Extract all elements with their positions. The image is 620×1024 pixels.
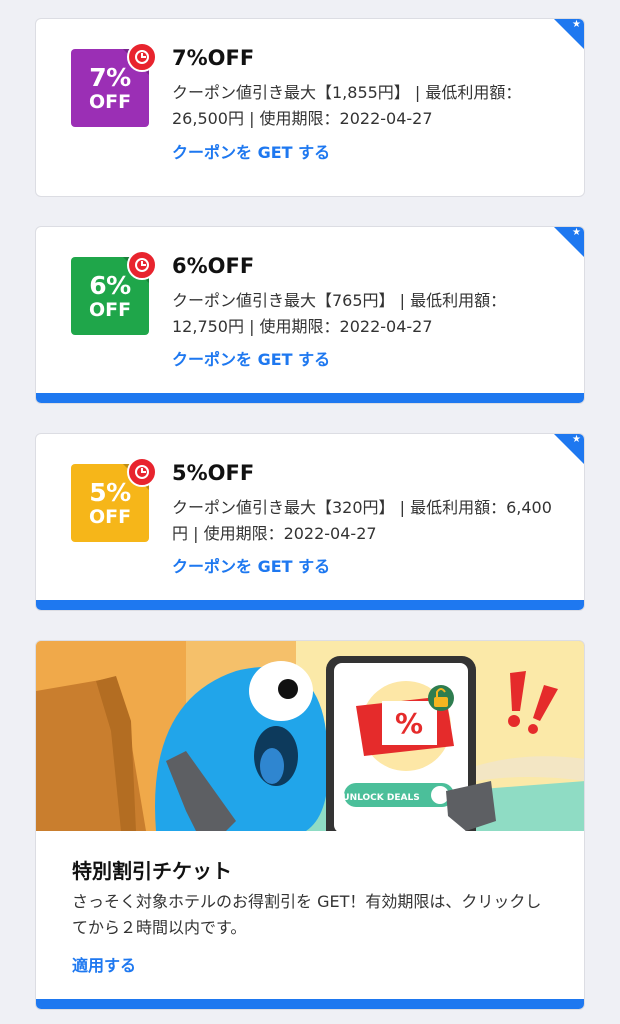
badge-off: OFF	[88, 506, 132, 528]
get-coupon-link[interactable]: クーポンを GET する	[172, 553, 330, 577]
coupon-description: クーポン値引き最大【765円】 | 最低利用額：12,750円 | 使用期限：2…	[172, 291, 507, 336]
timer-icon	[127, 42, 157, 72]
get-coupon-link[interactable]: クーポンを GET する	[172, 139, 330, 163]
coupon-card-6: ★ 6% OFF 6%OFF クーポン値引き最大【765円】 | 最低利用額：1…	[35, 226, 585, 404]
coupon-description: クーポン値引き最大【320円】 | 最低利用額：6,400円 | 使用期限：20…	[172, 498, 552, 543]
unlock-deals-label: UNLOCK DEALS	[342, 793, 419, 803]
star-icon: ★	[572, 19, 581, 30]
star-icon: ★	[572, 434, 581, 445]
special-description: さっそく対象ホテルのお得割引を GET！有効期限は、クリックしてから２時間以内で…	[72, 892, 542, 937]
banner-percent: %	[395, 707, 423, 740]
timer-icon	[127, 250, 157, 280]
accent-bar	[36, 393, 584, 403]
badge-off: OFF	[88, 299, 132, 321]
special-ticket-card: % UNLOCK DEALS 特別割引チケット さっそく対象ホテルのお得割引を …	[35, 640, 585, 1010]
coupon-title: 7%OFF	[172, 46, 255, 70]
coupon-card-5: ★ 5% OFF 5%OFF クーポン値引き最大【320円】 | 最低利用額：6…	[35, 433, 585, 611]
star-icon: ★	[572, 227, 581, 238]
special-title: 特別割引チケット	[72, 859, 232, 883]
promo-banner: % UNLOCK DEALS	[36, 641, 584, 831]
coupon-card-7: ★ 7% OFF 7%OFF クーポン値引き最大【1,855円】 | 最低利用額…	[35, 18, 585, 197]
padlock-icon	[428, 685, 454, 711]
coupon-title: 6%OFF	[172, 254, 255, 278]
badge-off: OFF	[88, 91, 132, 113]
coupon-title: 5%OFF	[172, 461, 255, 485]
apply-link[interactable]: 適用する	[72, 952, 136, 976]
get-coupon-link[interactable]: クーポンを GET する	[172, 346, 330, 370]
accent-bar	[36, 600, 584, 610]
accent-bar	[36, 999, 584, 1009]
coupon-description: クーポン値引き最大【1,855円】 | 最低利用額：26,500円 | 使用期限…	[172, 83, 522, 128]
timer-icon	[127, 457, 157, 487]
